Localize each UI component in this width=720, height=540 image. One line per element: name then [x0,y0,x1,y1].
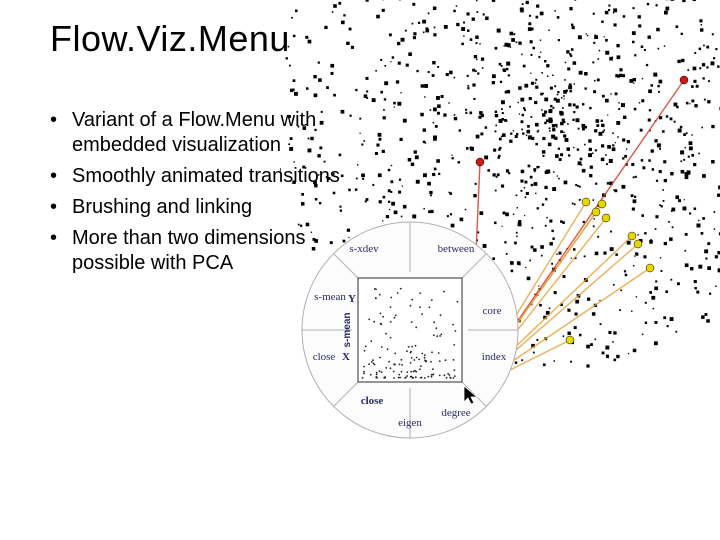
menu-label: eigen [398,417,422,429]
menu-label: Y [348,293,356,305]
menu-label: between [438,243,475,255]
bullet-item: Brushing and linking [44,195,344,220]
menu-label: X [342,351,350,363]
menu-label: degree [441,407,470,419]
bullet-item: More than two dimensions possible with P… [44,226,344,276]
menu-label: index [482,351,507,363]
bullet-list: Variant of a Flow.Menu with embedded vis… [44,108,344,282]
menu-label: close [313,351,336,363]
flowviz-figure: s-mean s-xdev between s-mean Y core clos… [280,0,720,540]
bullet-item: Variant of a Flow.Menu with embedded vis… [44,108,344,158]
menu-label: core [483,305,502,317]
slide-title: Flow.Viz.Menu [50,18,290,60]
bullet-item: Smoothly animated transitions [44,164,344,189]
menu-yaxis-label: s-mean [342,312,353,347]
cursor-icon [464,386,477,404]
menu-label: s-mean [314,291,346,303]
menu-label: close [361,395,384,407]
menu-label: s-xdev [349,243,379,255]
